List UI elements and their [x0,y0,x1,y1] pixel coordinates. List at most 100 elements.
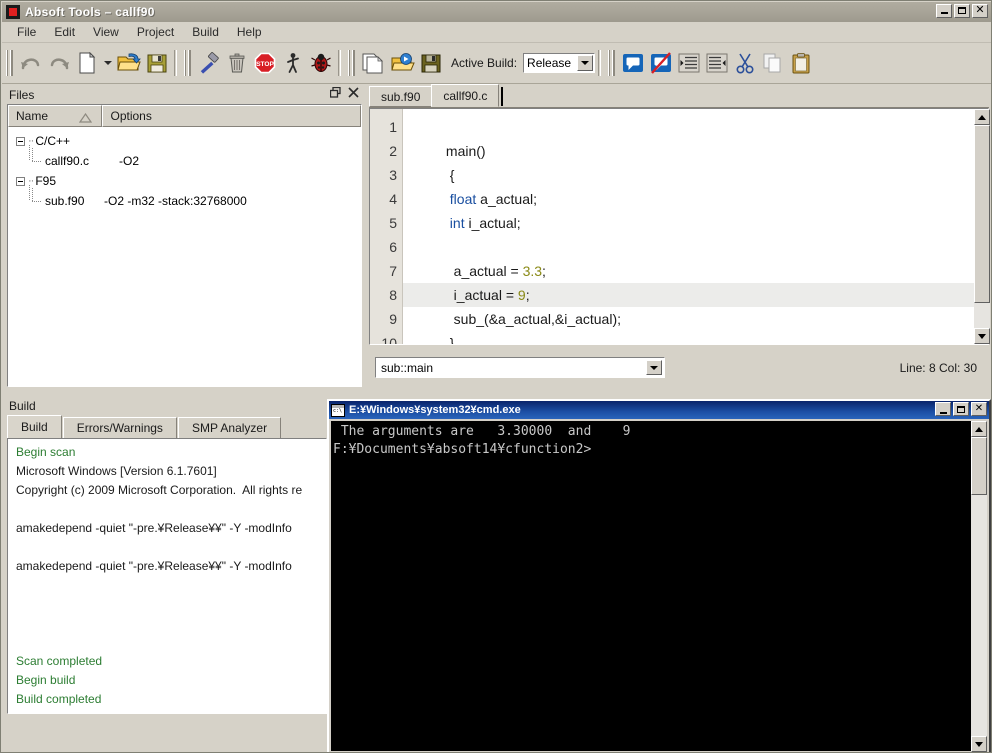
column-header-options-label: Options [110,109,152,123]
build-hammer-icon[interactable] [195,48,223,78]
remove-comment-icon[interactable] [647,48,675,78]
code-editor[interactable]: 1 2 3 4 5 6 7 8 9 10 main() { float a_ac… [369,108,989,345]
maximize-button[interactable] [954,4,970,18]
open-folder-icon[interactable] [115,48,143,78]
cut-icon[interactable] [731,48,759,78]
restore-icon[interactable] [329,86,341,101]
close-button[interactable]: ✕ [972,4,988,18]
menu-view[interactable]: View [84,23,128,41]
column-header-name-label: Name [16,109,49,123]
menu-help[interactable]: Help [228,23,271,41]
new-project-icon[interactable] [359,48,389,78]
column-header-name[interactable]: Name [8,105,103,127]
build-tabstrip: Build Errors/Warnings SMP Analyzer [7,415,282,438]
console-close-button[interactable]: ✕ [971,402,987,416]
outdent-icon[interactable] [703,48,731,78]
menu-edit[interactable]: Edit [45,23,84,41]
add-comment-icon[interactable] [619,48,647,78]
menu-file[interactable]: File [8,23,45,41]
code-text[interactable]: main() { float a_actual; int i_actual; a… [403,109,988,344]
title-bar: Absoft Tools – callf90 ✕ [2,2,991,22]
code-token: ; [542,263,546,279]
chevron-down-icon[interactable] [646,360,662,375]
column-header-options[interactable]: Options [102,105,361,127]
tab-errors-warnings[interactable]: Errors/Warnings [62,417,177,438]
close-icon[interactable] [348,87,359,101]
open-project-icon[interactable] [389,48,417,78]
code-token: ; [525,287,530,303]
toolbar-grip-4[interactable] [608,50,616,76]
tree-node-f95[interactable]: ·· F95 [8,171,361,191]
console-title: E:¥Windows¥system32¥cmd.exe [349,404,521,416]
console-output[interactable]: The arguments are 3.30000 and 9 F:¥Docum… [331,421,972,751]
toolbar-separator-2 [338,50,341,76]
tree-node-cpp[interactable]: ·· C/C++ [8,131,361,151]
scroll-up-arrow-icon[interactable] [974,109,990,125]
tree-node-callf90c[interactable]: callf90.c -O2 [8,148,361,171]
console-maximize-button[interactable] [953,402,969,416]
build-panel-title: Build [9,398,36,413]
console-minimize-button[interactable] [935,402,951,416]
code-line: float a_actual; [403,163,988,207]
tab-text-cursor [501,87,504,106]
new-file-icon[interactable] [73,48,101,78]
chevron-down-icon[interactable] [577,55,594,71]
editor-vertical-scrollbar[interactable] [974,109,990,344]
scroll-down-arrow-icon[interactable] [974,328,990,344]
minimize-button[interactable] [936,4,952,18]
tree-elbow-icon [29,148,43,168]
line-number: 7 [389,263,397,279]
code-token: i_actual; [464,215,521,231]
console-scroll-track[interactable] [971,437,987,736]
save-project-icon[interactable] [417,48,445,78]
tree-elbow-icon-2 [29,188,43,208]
paste-icon[interactable] [787,48,815,78]
console-scroll-down-arrow-icon[interactable] [971,736,987,752]
active-build-select[interactable]: Release [523,53,596,73]
build-output[interactable]: Begin scan Microsoft Windows [Version 6.… [7,438,327,714]
tab-build[interactable]: Build [7,415,62,438]
toolbar-grip-2[interactable] [184,50,191,76]
toolbar-separator [174,50,177,76]
collapse-icon-f95[interactable] [16,176,25,186]
build-output-line: Build completed [16,692,102,706]
console-vertical-scrollbar[interactable] [971,421,987,752]
cmd-icon [331,403,345,417]
clean-trash-icon[interactable] [223,48,251,78]
editor-scroll-thumb[interactable] [974,125,990,303]
window-controls: ✕ [936,4,988,18]
menu-project[interactable]: Project [128,23,183,41]
tab-errors-warnings-label: Errors/Warnings [76,421,163,435]
code-token: i_actual = [445,287,518,303]
redo-icon[interactable] [45,48,73,78]
tab-smp-analyzer[interactable]: SMP Analyzer [177,417,282,438]
toolbar-grip[interactable] [6,50,13,76]
files-panel: Files Name Options ·· C/C++ callf90.c -O… [3,85,364,390]
line-number: 4 [389,191,397,207]
line-number: 6 [389,239,397,255]
undo-icon[interactable] [17,48,45,78]
line-number: 10 [381,335,397,345]
file-tree: ·· C/C++ callf90.c -O2 ·· F95 sub.f90 -O [8,127,361,211]
editor-scroll-track[interactable] [974,125,990,328]
scope-select[interactable]: sub::main [375,357,665,378]
console-scroll-up-arrow-icon[interactable] [971,421,987,437]
console-scroll-thumb[interactable] [971,437,987,495]
menu-build[interactable]: Build [183,23,228,41]
tree-node-subf90[interactable]: sub.f90 -O2 -m32 -stack:32768000 [8,188,361,211]
toolbar-grip-3[interactable] [348,50,355,76]
copy-icon[interactable] [759,48,787,78]
save-icon[interactable] [143,48,171,78]
files-grid-header: Name Options [8,105,361,127]
tab-callf90-c[interactable]: callf90.c [431,84,500,107]
new-file-dropdown-icon[interactable] [101,48,115,78]
indent-icon[interactable] [675,48,703,78]
code-line: a_actual = 3.3; [403,235,988,279]
collapse-icon-cpp[interactable] [16,136,25,146]
stop-icon[interactable]: STOP [251,48,279,78]
debug-bug-icon[interactable] [307,48,335,78]
tab-sub-f90[interactable]: sub.f90 [369,86,433,107]
run-icon[interactable] [279,48,307,78]
code-token: a_actual = [445,263,523,279]
code-token: } [445,335,455,345]
